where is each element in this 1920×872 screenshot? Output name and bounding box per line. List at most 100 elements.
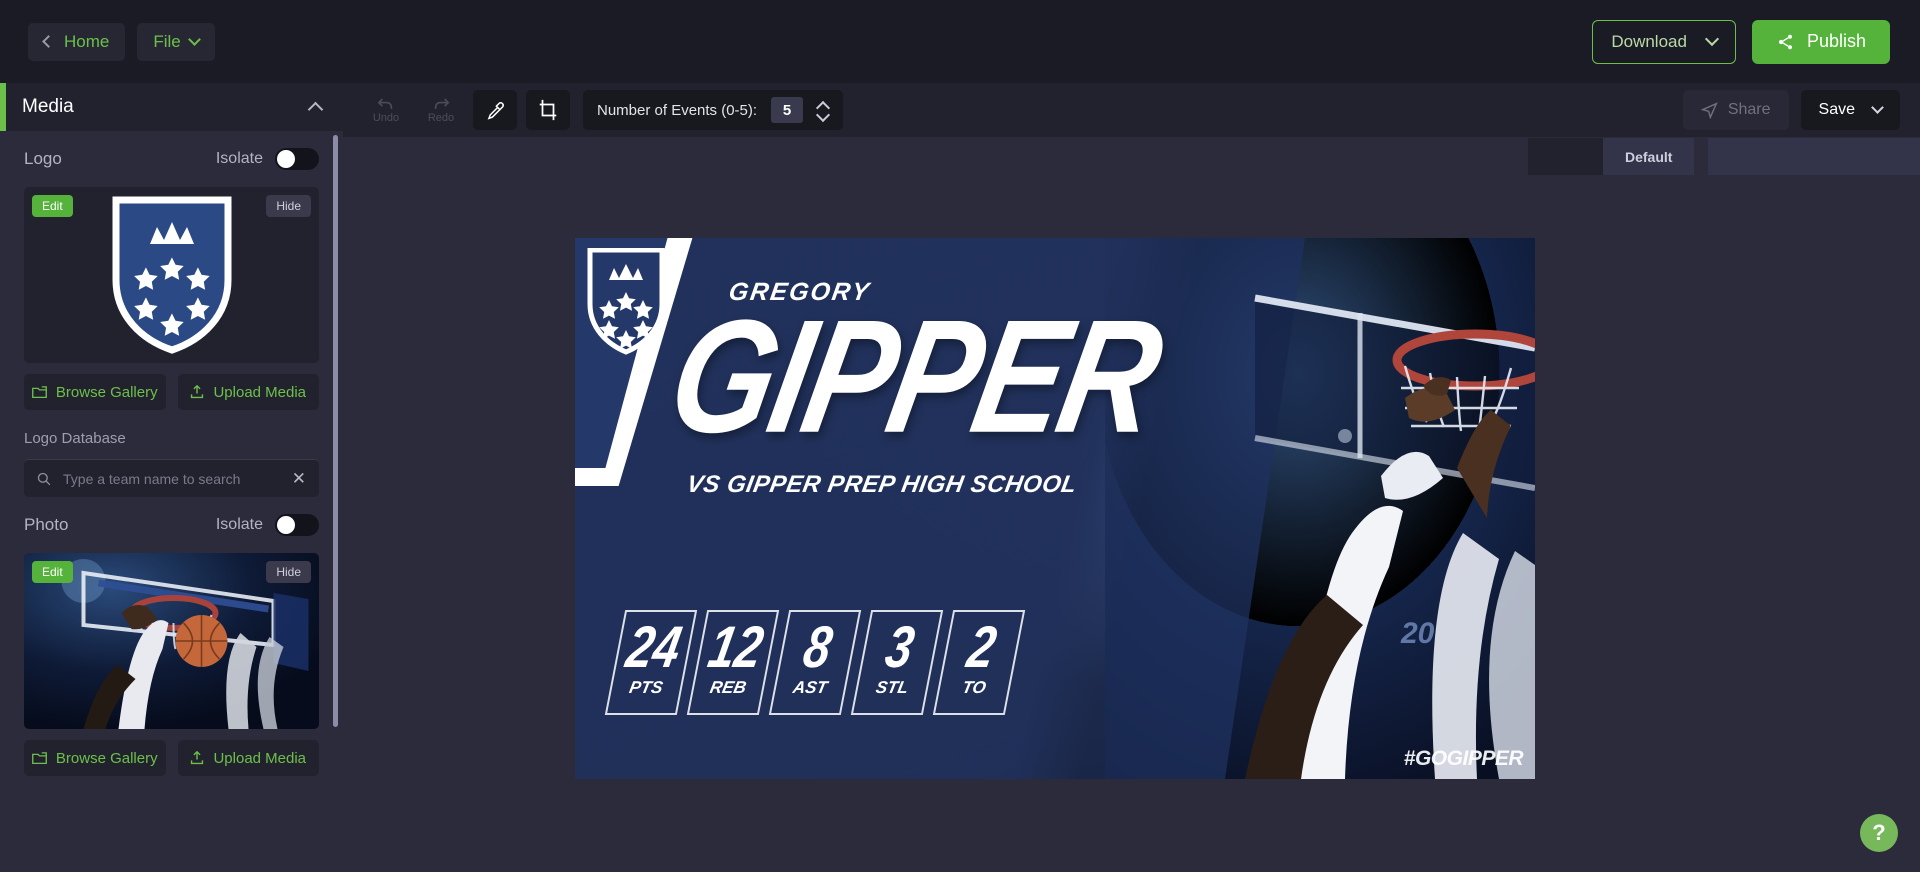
artwork-last-name: GIPPER [656,286,1173,466]
editor-toolbar: Undo Redo Number of Events (0-5): 5 Shar… [343,83,1920,138]
photo-edit-button[interactable]: Edit [32,561,73,583]
share-label: Share [1727,101,1771,118]
folder-icon [31,751,47,764]
eyedropper-button[interactable] [473,90,517,130]
tab-default[interactable]: Default [1603,138,1695,175]
photo-isolate-label: Isolate [215,516,263,533]
save-label: Save [1818,101,1855,118]
photo-isolate-toggle[interactable] [275,514,319,536]
upload-icon [191,751,204,765]
undo-icon [377,98,393,109]
upload-icon [191,385,204,399]
crop-icon [539,99,557,121]
photo-hide-button[interactable]: Hide [266,561,311,583]
photo-label: Photo [24,515,69,534]
media-sidebar: Media Logo Isolate Edit Hide Browse Gall… [0,83,343,872]
file-label: File [153,31,181,51]
artwork-crest-logo [587,248,665,355]
stat-box: 12 REB [686,610,780,715]
events-increment-icon[interactable] [817,101,829,108]
logo-browse-gallery-button[interactable]: Browse Gallery [24,374,166,410]
panel-title: Media [22,96,74,117]
events-label: Number of Events (0-5): [597,101,758,119]
logo-thumbnail[interactable]: Edit Hide [24,187,319,363]
download-label: Download [1611,31,1687,51]
artwork-stat-boxes: 24 PTS 12 REB 8 AST 3 STL 2 TO [604,610,1026,715]
redo-button[interactable]: Redo [418,90,464,130]
stat-key: AST [791,678,829,698]
canvas-area: Default GREGORY GIPPER VS GIPPER PREP HI… [343,138,1920,872]
stat-key: TO [960,678,988,698]
stat-value: 3 [880,612,920,680]
artwork-watermark: #GOGIPPER [1403,747,1524,770]
sidebar-body: Logo Isolate Edit Hide Browse Gallery Up… [0,131,343,776]
photo-upload-media-button[interactable]: Upload Media [177,740,319,776]
artwork-subtitle: VS GIPPER PREP HIGH SCHOOL [684,471,1079,499]
photo-media-actions: Browse Gallery Upload Media [24,740,319,776]
chevron-down-icon [1704,31,1720,47]
share-nodes-icon [1778,34,1792,49]
logo-edit-button[interactable]: Edit [32,195,73,217]
help-button[interactable]: ? [1860,814,1898,852]
logo-hide-button[interactable]: Hide [266,195,311,217]
stat-box: 8 AST [768,610,862,715]
logo-browse-label: Browse Gallery [55,383,158,401]
search-input[interactable] [63,470,280,487]
canvas-tab-strip: Default [343,138,1920,175]
chevron-up-icon[interactable] [307,101,324,117]
download-button[interactable]: Download [1592,19,1736,64]
stat-box: 24 PTS [604,610,698,715]
number-of-events-control: Number of Events (0-5): 5 [583,90,844,130]
share-button[interactable]: Share [1682,90,1789,130]
events-decrement-icon[interactable] [817,113,829,120]
file-menu-button[interactable]: File [137,22,215,61]
artwork-title-block: GREGORY GIPPER VS GIPPER PREP HIGH SCHOO… [657,278,1247,499]
publish-label: Publish [1806,31,1866,51]
logo-isolate-label: Isolate [215,150,263,167]
home-back-button[interactable]: Home [28,22,126,61]
logo-isolate-group: Isolate [216,148,319,170]
photo-thumbnail[interactable]: Edit Hide [24,553,319,729]
events-value-input[interactable]: 5 [771,97,804,123]
stat-box: 3 STL [850,610,944,715]
search-icon [37,472,51,485]
logo-media-actions: Browse Gallery Upload Media [24,374,319,410]
clear-search-icon[interactable]: ✕ [292,470,306,487]
artboard[interactable]: 20 GREGORY GIPPER VS GIPPER PREP HIGH SC… [575,238,1535,779]
photo-isolate-group: Isolate [216,514,319,536]
stat-key: PTS [627,678,665,698]
photo-browse-label: Browse Gallery [55,749,158,767]
home-label: Home [64,31,110,51]
folder-icon [31,385,47,398]
stat-key: REB [708,678,748,698]
eyedropper-icon [487,101,504,120]
crop-button[interactable] [526,90,570,130]
photo-browse-gallery-button[interactable]: Browse Gallery [24,740,166,776]
media-panel-header[interactable]: Media [0,83,343,131]
events-stepper [817,101,829,120]
paper-plane-icon [1700,101,1718,119]
top-bar: Home File Download Publish [0,0,1920,83]
stat-value: 2 [962,612,1002,680]
photo-upload-label: Upload Media [213,749,307,767]
tab-strip-left-fill [1528,138,1603,175]
photo-section-header: Photo Isolate [24,497,319,553]
logo-label: Logo [24,149,62,168]
team-shield-logo [112,196,231,354]
stat-value: 8 [798,612,838,680]
logo-section-header: Logo Isolate [24,131,319,187]
sidebar-scrollbar[interactable] [333,135,338,727]
logo-upload-media-button[interactable]: Upload Media [177,374,319,410]
logo-isolate-toggle[interactable] [275,148,319,170]
stat-key: STL [874,678,910,698]
undo-button[interactable]: Undo [363,90,409,130]
undo-label: Undo [372,112,400,124]
save-button[interactable]: Save [1800,90,1900,130]
stat-box: 2 TO [932,610,1026,715]
chevron-left-icon [42,35,55,48]
top-nav-group: Home File [28,22,215,61]
logo-database-search[interactable]: ✕ [24,459,319,497]
logo-upload-label: Upload Media [213,383,307,401]
publish-button[interactable]: Publish [1751,19,1890,64]
chevron-down-icon [1871,101,1884,114]
